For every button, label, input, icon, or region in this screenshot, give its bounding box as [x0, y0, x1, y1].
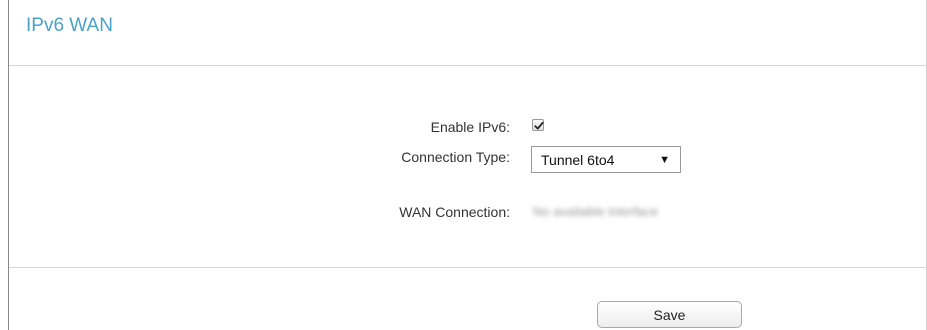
header-divider: [9, 65, 927, 66]
dropdown-arrow-icon: ▼: [659, 154, 670, 166]
checkmark-icon: [534, 121, 544, 130]
enable-ipv6-label: Enable IPv6:: [430, 119, 510, 135]
footer-divider: [9, 267, 927, 268]
panel-left-border: [8, 0, 9, 330]
connection-type-value: Tunnel 6to4: [541, 152, 615, 168]
page-title: IPv6 WAN: [26, 15, 113, 36]
save-button[interactable]: Save: [597, 301, 742, 328]
wan-connection-value: No available interface: [533, 204, 659, 219]
ipv6-wan-panel: IPv6 WAN Enable IPv6: Connection Type: T…: [0, 0, 927, 330]
wan-connection-label: WAN Connection:: [399, 204, 510, 220]
connection-type-select[interactable]: Tunnel 6to4 ▼: [531, 146, 681, 173]
connection-type-label: Connection Type:: [401, 149, 510, 165]
enable-ipv6-checkbox[interactable]: [532, 119, 544, 131]
